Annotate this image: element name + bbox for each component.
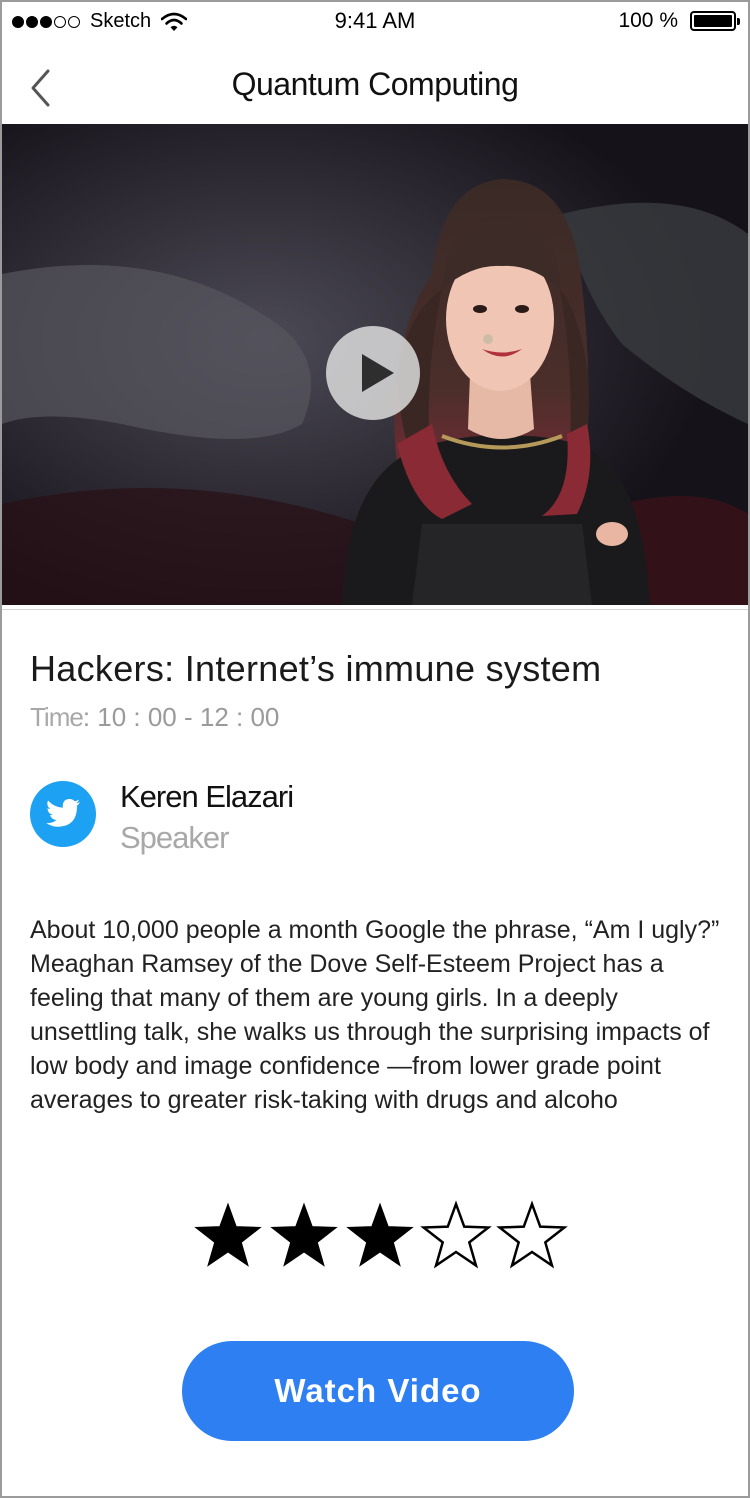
page-title: Quantum Computing — [231, 66, 519, 102]
star-empty-icon[interactable] — [418, 1200, 494, 1272]
battery-status: 100 % — [618, 9, 740, 33]
battery-percent: 100 % — [618, 9, 678, 32]
play-button[interactable] — [326, 326, 420, 420]
speaker-role: Speaker — [120, 820, 229, 855]
play-icon — [362, 354, 394, 392]
nav-bar: Quantum Computing — [2, 42, 748, 124]
star-filled-icon[interactable] — [190, 1200, 266, 1272]
app-screen: Sketch 9:41 AM 100 % Quantum Computing H… — [0, 0, 750, 1498]
star-filled-icon[interactable] — [266, 1200, 342, 1272]
talk-time: Time: 10 : 00 - 12 : 00 — [30, 702, 279, 733]
status-bar: Sketch 9:41 AM 100 % — [2, 2, 748, 42]
speaker-name: Keren Elazari — [120, 779, 294, 814]
star-filled-icon[interactable] — [342, 1200, 418, 1272]
divider — [2, 609, 748, 610]
battery-icon — [690, 11, 740, 31]
star-rating[interactable] — [190, 1200, 570, 1272]
talk-title: Hackers: Internet’s immune system — [30, 648, 602, 689]
star-empty-icon[interactable] — [494, 1200, 570, 1272]
watch-video-button[interactable]: Watch Video — [182, 1341, 574, 1441]
twitter-button[interactable] — [30, 781, 96, 847]
time-label: Time — [30, 702, 84, 732]
video-thumbnail[interactable] — [2, 124, 748, 605]
twitter-icon — [46, 799, 80, 827]
talk-description: About 10,000 people a month Google the p… — [30, 916, 720, 1114]
speaker-info: Keren Elazari Speaker — [30, 777, 630, 867]
time-value: : 10 : 00 - 12 : 00 — [82, 702, 280, 732]
